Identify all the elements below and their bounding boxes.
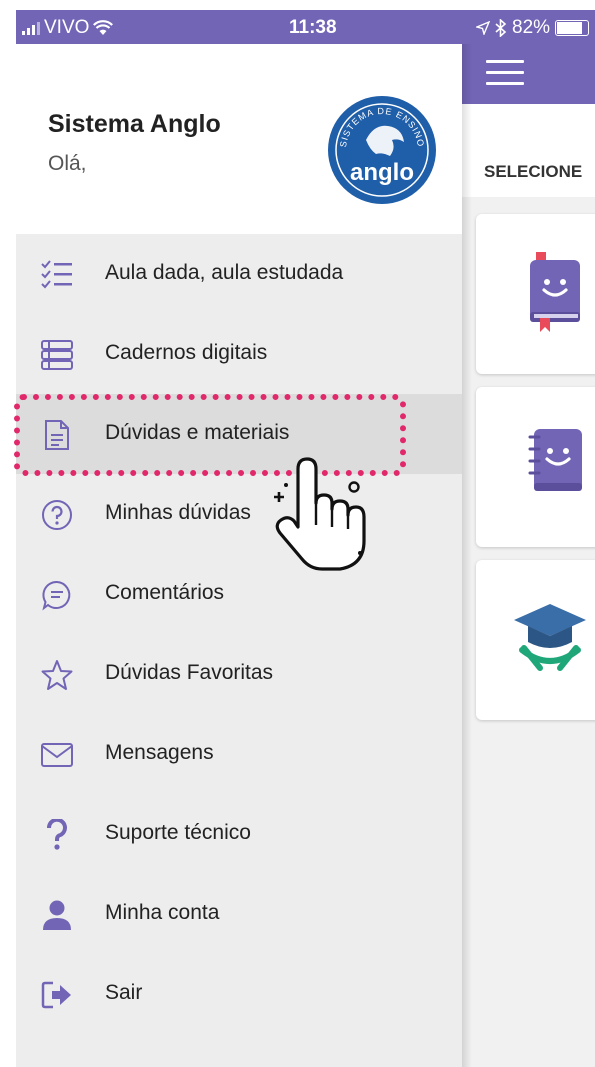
battery-icon (555, 20, 590, 36)
menu-item-label: Mensagens (105, 741, 214, 764)
comment-icon (40, 578, 74, 612)
carrier-name: VIVO (44, 17, 90, 38)
drawer-greeting: Olá, (48, 152, 87, 175)
signal-strength-icon (22, 21, 40, 35)
drawer-header: Sistema Anglo Olá, SISTEMA DE ENSINO ang… (16, 44, 462, 234)
drawer-title: Sistema Anglo (48, 110, 221, 138)
option-card[interactable] (476, 214, 595, 374)
star-icon (40, 658, 74, 692)
battery-percent: 82% (512, 17, 551, 38)
status-time: 11:38 (289, 17, 337, 38)
app-bar (462, 44, 595, 104)
navigation-drawer: Sistema Anglo Olá, SISTEMA DE ENSINO ang… (16, 44, 462, 1067)
logo-name: anglo (350, 159, 414, 186)
graduation-cap-icon (514, 604, 586, 671)
menu-item-label: Sair (105, 981, 143, 1004)
menu-item-label: Minha conta (105, 901, 220, 924)
select-label: SELECIONE (484, 162, 583, 181)
drawer-menu: Aula dada, aula estudada Cadernos digita… (16, 234, 462, 1034)
menu-item-label: Minhas dúvidas (105, 501, 251, 524)
menu-item-comentarios[interactable]: Comentários (16, 554, 462, 634)
document-icon (40, 418, 74, 452)
checklist-icon (40, 258, 74, 292)
menu-item-duvidas-favoritas[interactable]: Dúvidas Favoritas (16, 634, 462, 714)
smiling-book-icon (530, 252, 580, 332)
question-mark-icon (40, 818, 74, 852)
section-header (462, 104, 595, 197)
question-circle-icon (40, 498, 74, 532)
wifi-icon (93, 20, 114, 35)
menu-item-minha-conta[interactable]: Minha conta (16, 874, 462, 954)
menu-item-mensagens[interactable]: Mensagens (16, 714, 462, 794)
status-bar: VIVO 11:38 82% (16, 10, 595, 44)
hamburger-menu-icon[interactable] (486, 60, 524, 90)
menu-item-label: Dúvidas Favoritas (105, 661, 274, 684)
menu-item-cadernos-digitais[interactable]: Cadernos digitais (16, 314, 462, 394)
logout-icon (40, 978, 74, 1012)
bluetooth-icon (495, 19, 507, 37)
menu-item-minhas-duvidas[interactable]: Minhas dúvidas (16, 474, 462, 554)
envelope-icon (40, 738, 74, 772)
location-arrow-icon (476, 21, 490, 35)
menu-item-label: Dúvidas e materiais (105, 421, 290, 444)
smiling-notebook-icon (528, 429, 582, 491)
stacked-books-icon (40, 338, 74, 372)
menu-item-sair[interactable]: Sair (16, 954, 462, 1034)
user-icon (40, 898, 74, 932)
option-card[interactable] (476, 560, 595, 720)
menu-item-suporte-tecnico[interactable]: Suporte técnico (16, 794, 462, 874)
menu-item-aula-dada[interactable]: Aula dada, aula estudada (16, 234, 462, 314)
pointing-hand-icon (274, 457, 366, 571)
anglo-logo: SISTEMA DE ENSINO anglo (328, 96, 436, 204)
menu-item-duvidas-materiais[interactable]: Dúvidas e materiais (16, 394, 462, 474)
status-right: 82% (476, 17, 590, 39)
menu-item-label: Aula dada, aula estudada (105, 261, 344, 284)
menu-item-label: Comentários (105, 581, 225, 604)
main-content: SELECIONE (462, 44, 595, 1067)
menu-item-label: Suporte técnico (105, 821, 251, 844)
menu-item-label: Cadernos digitais (105, 341, 268, 364)
carrier-info: VIVO (22, 17, 114, 39)
option-card[interactable] (476, 387, 595, 547)
